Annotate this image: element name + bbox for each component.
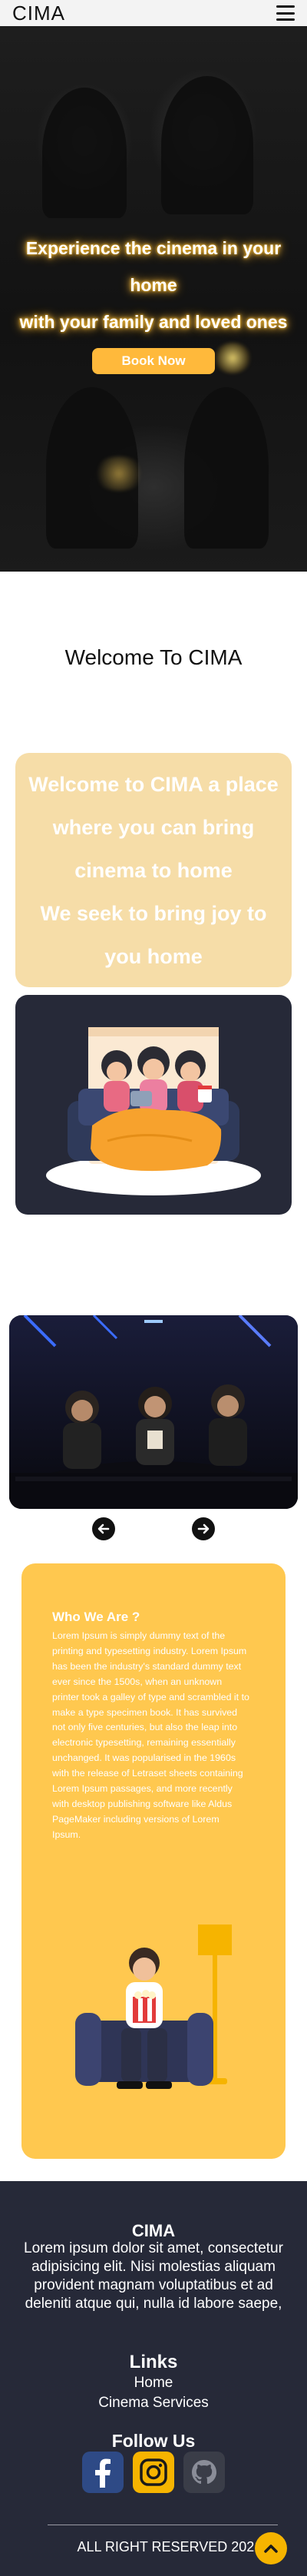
carousel-prev-button[interactable] bbox=[92, 1517, 115, 1540]
welcome-card-line1: Welcome to CIMA a place where you can br… bbox=[28, 772, 279, 882]
instagram-icon[interactable] bbox=[133, 2452, 174, 2493]
hero-section: Experience the cinema in your home with … bbox=[0, 26, 307, 572]
social-links bbox=[0, 2452, 307, 2493]
welcome-card-line2: We seek to bring joy to you home bbox=[40, 901, 267, 968]
welcome-title: Welcome To CIMA bbox=[64, 645, 243, 669]
instagram-glyph bbox=[140, 2458, 167, 2486]
footer: CIMA Lorem ipsum dolor sit amet, consect… bbox=[0, 2181, 307, 2576]
family-couch-illustration bbox=[15, 995, 292, 1215]
footer-link-cinema-services[interactable]: Cinema Services bbox=[0, 2395, 307, 2412]
chevron-up-icon bbox=[264, 2545, 278, 2553]
arrow-right-icon bbox=[197, 1523, 210, 1534]
navbar: CIMA bbox=[0, 0, 307, 26]
github-icon[interactable] bbox=[183, 2452, 225, 2493]
about-section: Who We Are ? Lorem Ipsum is simply dummy… bbox=[21, 1563, 286, 2159]
facebook-glyph bbox=[95, 2458, 111, 2488]
copyright-text: ALL RIGHT RESERVED 2021 © bbox=[77, 2539, 276, 2554]
hero-title-line2: with your family and loved ones bbox=[19, 312, 288, 332]
hero-person-silhouette bbox=[184, 387, 269, 549]
footer-description: Lorem ipsum dolor sit amet, consectetur … bbox=[24, 2240, 283, 2312]
hamburger-menu-icon[interactable] bbox=[276, 5, 295, 21]
footer-link-home[interactable]: Home bbox=[0, 2375, 307, 2392]
footer-links-title: Links bbox=[129, 2352, 178, 2372]
footer-follow-title: Follow Us bbox=[111, 2431, 196, 2451]
back-to-top-button[interactable] bbox=[255, 2532, 287, 2564]
family-couch-illustration-svg bbox=[46, 1027, 261, 1195]
hero-light-glow bbox=[92, 456, 146, 491]
hero-text: Experience the cinema in your home with … bbox=[0, 230, 307, 374]
hero-person-silhouette bbox=[42, 88, 127, 218]
brand-logo[interactable]: CIMA bbox=[12, 2, 65, 25]
footer-brand: CIMA bbox=[131, 2221, 176, 2240]
man-with-popcorn-illustration bbox=[75, 1925, 232, 2089]
facebook-icon[interactable] bbox=[82, 2452, 124, 2493]
github-glyph bbox=[192, 2460, 216, 2484]
image-carousel[interactable] bbox=[9, 1315, 298, 1509]
book-now-button[interactable]: Book Now bbox=[92, 348, 215, 374]
welcome-card: Welcome to CIMA a place where you can br… bbox=[15, 753, 292, 987]
about-body: Lorem Ipsum is simply dummy text of the … bbox=[52, 1630, 249, 1840]
carousel-slide-image bbox=[9, 1315, 298, 1509]
carousel-next-button[interactable] bbox=[192, 1517, 215, 1540]
hero-title-line1: Experience the cinema in your home bbox=[25, 238, 282, 295]
hero-person-silhouette bbox=[161, 76, 253, 214]
about-heading: Who We Are ? bbox=[52, 1610, 140, 1624]
arrow-left-icon bbox=[97, 1523, 110, 1534]
